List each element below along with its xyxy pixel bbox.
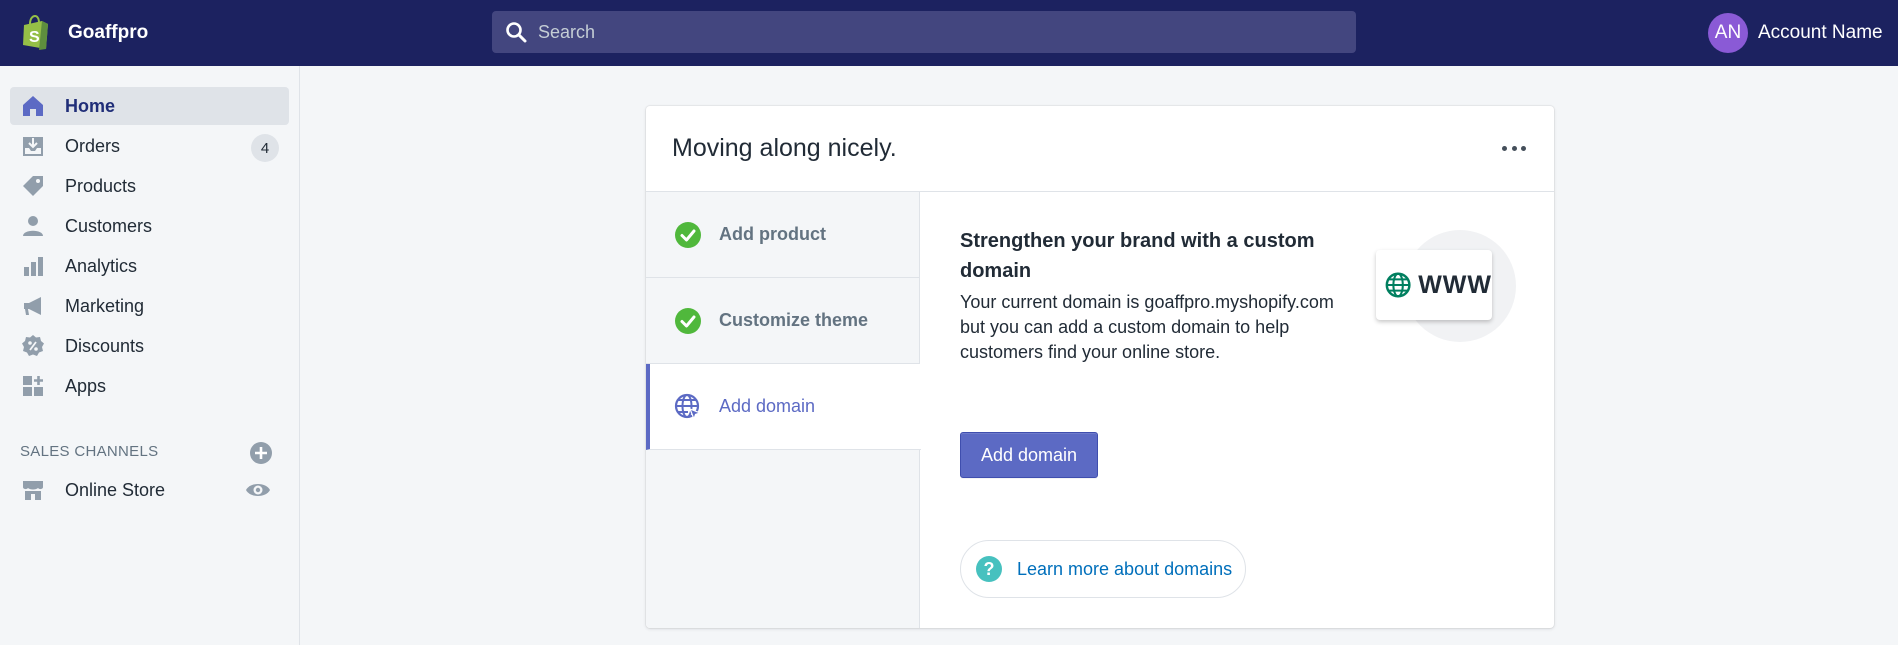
step-add-domain[interactable]: Add domain xyxy=(646,364,921,450)
sidebar-item-products[interactable]: Products xyxy=(10,167,289,205)
learn-more-label: Learn more about domains xyxy=(1017,558,1233,579)
sidebar-item-label: Marketing xyxy=(65,295,145,316)
sidebar: Home Orders 4 Products Customers Analyti… xyxy=(0,66,300,645)
bar-chart-icon xyxy=(20,253,46,279)
megaphone-icon xyxy=(20,293,46,319)
account-menu[interactable]: AN Account Name xyxy=(1708,12,1898,54)
step-add-product[interactable]: Add product xyxy=(646,192,920,278)
sidebar-item-label: Discounts xyxy=(65,335,145,356)
discount-icon xyxy=(20,333,46,359)
sidebar-item-online-store[interactable]: Online Store xyxy=(10,471,289,509)
svg-text:?: ? xyxy=(984,559,995,579)
store-name: Goaffpro xyxy=(68,22,149,43)
sidebar-item-label: Products xyxy=(65,175,137,196)
top-bar: S Goaffpro AN Account Name xyxy=(0,0,1898,66)
sidebar-item-label: Customers xyxy=(65,215,153,236)
person-icon xyxy=(20,213,46,239)
step-detail: Strengthen your brand with a custom doma… xyxy=(960,226,1340,365)
sidebar-item-customers[interactable]: Customers xyxy=(10,207,289,245)
orders-icon xyxy=(20,133,46,159)
step-label: Add product xyxy=(719,224,826,244)
domain-illustration: WWW xyxy=(1376,228,1516,344)
detail-heading: Strengthen your brand with a custom doma… xyxy=(960,230,1315,282)
www-label: WWW xyxy=(1418,270,1492,299)
globe-icon xyxy=(1385,272,1411,298)
shopify-logo-icon: S xyxy=(23,15,48,50)
avatar: AN xyxy=(1708,13,1748,53)
step-customize-theme[interactable]: Customize theme xyxy=(646,278,920,364)
setup-guide-card: Moving along nicely. Add product Customi… xyxy=(646,106,1554,628)
sidebar-item-label: Orders xyxy=(65,135,121,156)
check-circle-icon xyxy=(675,221,701,248)
add-domain-button[interactable]: Add domain xyxy=(960,432,1098,478)
more-actions-icon[interactable] xyxy=(1502,138,1526,158)
search-bar[interactable] xyxy=(492,11,1356,53)
check-circle-icon xyxy=(675,307,701,334)
search-icon xyxy=(506,22,527,43)
sidebar-item-marketing[interactable]: Marketing xyxy=(10,287,289,325)
tag-icon xyxy=(20,173,46,199)
help-icon: ? xyxy=(976,556,1002,582)
apps-icon xyxy=(20,373,46,399)
globe-cursor-icon xyxy=(674,393,702,421)
card-title: Moving along nicely. xyxy=(672,134,897,162)
setup-steps: Add product Customize theme Add domain xyxy=(646,192,921,628)
step-label: Add domain xyxy=(719,396,816,416)
svg-text:S: S xyxy=(29,29,40,46)
sidebar-item-home[interactable]: Home xyxy=(10,87,289,125)
sidebar-item-label: Analytics xyxy=(65,255,138,276)
step-label: Customize theme xyxy=(719,310,869,330)
www-card: WWW xyxy=(1376,250,1492,320)
orders-count-badge: 4 xyxy=(251,134,279,162)
sidebar-item-label: Apps xyxy=(65,375,107,396)
learn-more-link[interactable]: ? Learn more about domains xyxy=(960,540,1246,598)
sidebar-item-apps[interactable]: Apps xyxy=(10,367,289,405)
eye-icon[interactable] xyxy=(245,480,271,500)
add-channel-icon[interactable] xyxy=(249,441,273,465)
sidebar-item-label: Online Store xyxy=(65,479,166,500)
sidebar-item-analytics[interactable]: Analytics xyxy=(10,247,289,285)
sales-channels-heading: SALES CHANNELS xyxy=(20,443,159,460)
sidebar-item-label: Home xyxy=(65,95,116,116)
account-name: Account Name xyxy=(1758,22,1883,43)
home-icon xyxy=(20,93,46,119)
detail-description: Your current domain is goaffpro.myshopif… xyxy=(960,292,1334,362)
card-header: Moving along nicely. xyxy=(646,106,1554,192)
search-input[interactable] xyxy=(538,11,1356,53)
sidebar-item-orders[interactable]: Orders 4 xyxy=(10,127,289,165)
sidebar-item-discounts[interactable]: Discounts xyxy=(10,327,289,365)
store-brand[interactable]: S Goaffpro xyxy=(20,15,480,51)
store-icon xyxy=(20,477,46,503)
